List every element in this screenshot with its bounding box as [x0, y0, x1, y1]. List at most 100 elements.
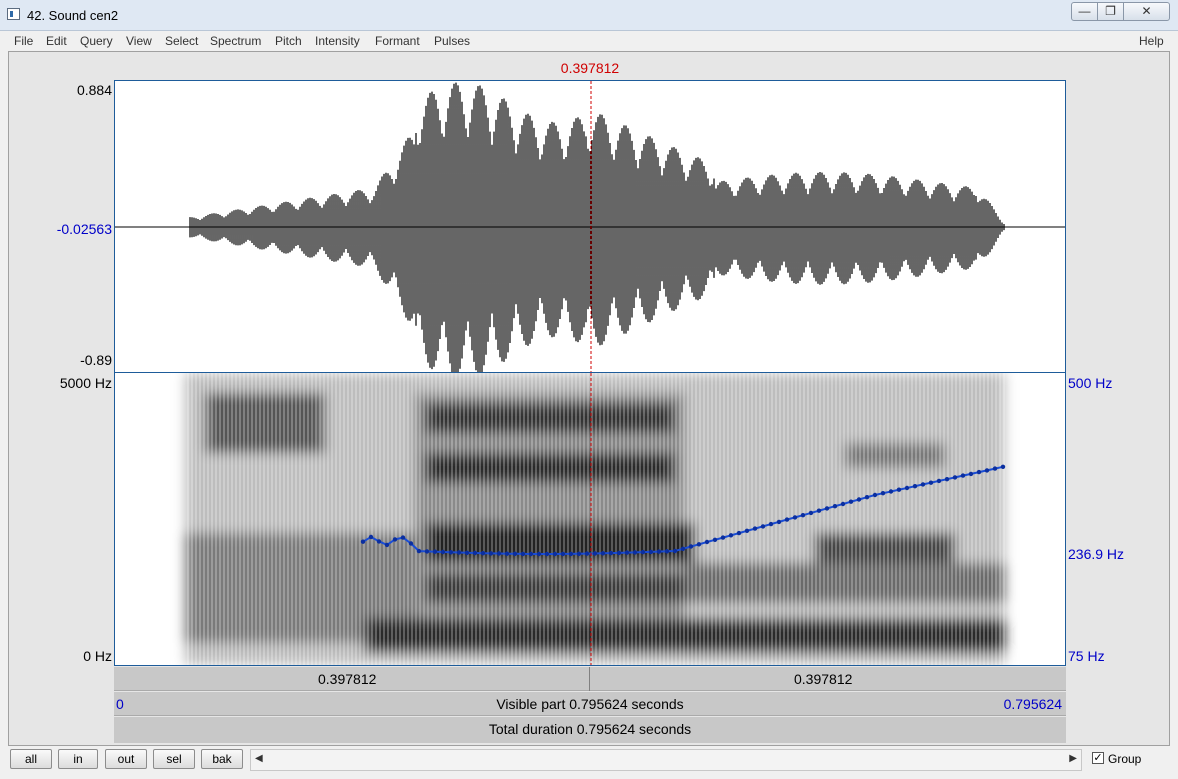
pitch-point	[768, 521, 774, 527]
pitch-point	[832, 504, 838, 509]
spec-freq-top-label: 5000 Hz	[59, 375, 112, 391]
cursor-time-label: 0.397812	[560, 60, 620, 76]
pitch-point	[888, 489, 894, 494]
menu-select[interactable]: Select	[165, 34, 198, 48]
spectrogram-plot	[115, 373, 1065, 665]
pitch-point	[504, 551, 510, 556]
pitch-mid-label: 236.9 Hz	[1068, 546, 1125, 562]
pitch-point	[496, 551, 502, 556]
pitch-point	[680, 546, 686, 551]
pitch-point	[360, 539, 366, 544]
pitch-point	[640, 549, 646, 555]
menu-intensity[interactable]: Intensity	[315, 34, 360, 48]
pitch-point	[744, 528, 750, 533]
arrow-left-icon[interactable]: ◀	[255, 753, 263, 764]
pitch-point	[776, 519, 782, 525]
visible-part-bar[interactable]: 0 Visible part 0.795624 seconds 0.795624	[114, 692, 1066, 716]
spectrogram-pane[interactable]	[114, 373, 1066, 666]
wave-min-label: -0.89	[80, 352, 112, 368]
pitch-point	[616, 550, 622, 556]
pitch-point	[696, 542, 702, 547]
minimize-button[interactable]: —	[1071, 2, 1098, 21]
pitch-point	[976, 469, 982, 475]
menu-help[interactable]: Help	[1139, 34, 1164, 48]
pitch-point	[848, 499, 854, 504]
zoom-out-button[interactable]: out	[105, 749, 147, 769]
app-icon	[7, 8, 20, 20]
pitch-point	[944, 477, 950, 482]
menu-edit[interactable]: Edit	[46, 34, 67, 48]
pitch-point	[584, 551, 590, 556]
zoom-selection-button[interactable]: sel	[153, 749, 195, 769]
pitch-point	[920, 482, 926, 487]
cursor-time-bar[interactable]: 0.397812 0.397812	[114, 667, 1066, 691]
pitch-point	[808, 510, 814, 516]
pitch-point	[408, 541, 414, 546]
menu-spectrum[interactable]: Spectrum	[210, 34, 261, 48]
total-duration-bar[interactable]: Total duration 0.795624 seconds	[114, 717, 1066, 743]
zoom-in-button[interactable]: in	[58, 749, 98, 769]
pitch-point	[1000, 464, 1006, 469]
pitch-point	[472, 550, 478, 556]
pitch-point	[544, 551, 550, 557]
visible-end-time: 0.795624	[1003, 696, 1062, 712]
pitch-point	[720, 535, 726, 540]
menu-pitch[interactable]: Pitch	[275, 34, 302, 48]
pitch-point	[896, 487, 902, 492]
window-title: 42. Sound cen2	[27, 8, 119, 23]
group-label: Group	[1108, 752, 1142, 766]
pitch-point	[536, 551, 542, 557]
pitch-point	[592, 551, 598, 556]
pitch-point	[608, 550, 614, 556]
pitch-point	[464, 550, 470, 555]
pitch-point	[376, 539, 382, 544]
pitch-point	[736, 530, 742, 536]
pitch-point	[840, 501, 846, 507]
close-icon: ✕	[1141, 4, 1152, 18]
pitch-point	[480, 551, 486, 556]
pitch-point	[984, 468, 990, 473]
pitch-point	[488, 551, 494, 556]
bar-divider	[589, 667, 590, 691]
pitch-point	[384, 542, 390, 548]
visible-part-label: Visible part 0.795624 seconds	[496, 696, 684, 712]
pitch-point	[928, 480, 934, 485]
zoom-all-button[interactable]: all	[10, 749, 52, 769]
close-button[interactable]: ✕	[1123, 2, 1170, 21]
pitch-point	[624, 550, 630, 555]
pitch-point	[368, 534, 374, 540]
group-checkbox[interactable]: ✓	[1092, 752, 1104, 764]
minimize-icon: —	[1078, 4, 1091, 18]
bottom-toolbar: all in out sel bak ◀ ▶ ✓ Group	[0, 746, 1178, 779]
waveform-pane[interactable]	[114, 80, 1066, 373]
time-scrollbar[interactable]: ◀ ▶	[250, 749, 1082, 771]
pitch-point	[704, 539, 710, 545]
pitch-point	[416, 548, 422, 554]
wave-max-label: 0.884	[76, 82, 112, 98]
pitch-point	[816, 508, 822, 513]
pitch-point	[568, 551, 574, 557]
pitch-top-label: 500 Hz	[1068, 375, 1113, 391]
pitch-point	[968, 471, 974, 477]
menu-file[interactable]: File	[14, 34, 33, 48]
pitch-point	[904, 485, 910, 491]
pitch-point	[440, 549, 446, 555]
pitch-point	[784, 517, 790, 522]
zoom-back-button[interactable]: bak	[201, 749, 243, 769]
menu-pulses[interactable]: Pulses	[434, 34, 470, 48]
pitch-point	[552, 551, 558, 557]
pitch-point	[936, 478, 942, 484]
pitch-point	[456, 550, 462, 555]
pitch-point	[392, 537, 398, 542]
pitch-point	[912, 484, 918, 489]
arrow-right-icon[interactable]: ▶	[1069, 753, 1077, 764]
pitch-point	[824, 506, 830, 511]
pitch-point	[520, 551, 526, 557]
maximize-button[interactable]: ❐	[1097, 2, 1124, 21]
pitch-point	[792, 515, 798, 520]
menu-formant[interactable]: Formant	[375, 34, 420, 48]
menu-query[interactable]: Query	[80, 34, 113, 48]
pitch-point	[728, 533, 734, 538]
pitch-point	[656, 549, 662, 554]
menu-view[interactable]: View	[126, 34, 152, 48]
